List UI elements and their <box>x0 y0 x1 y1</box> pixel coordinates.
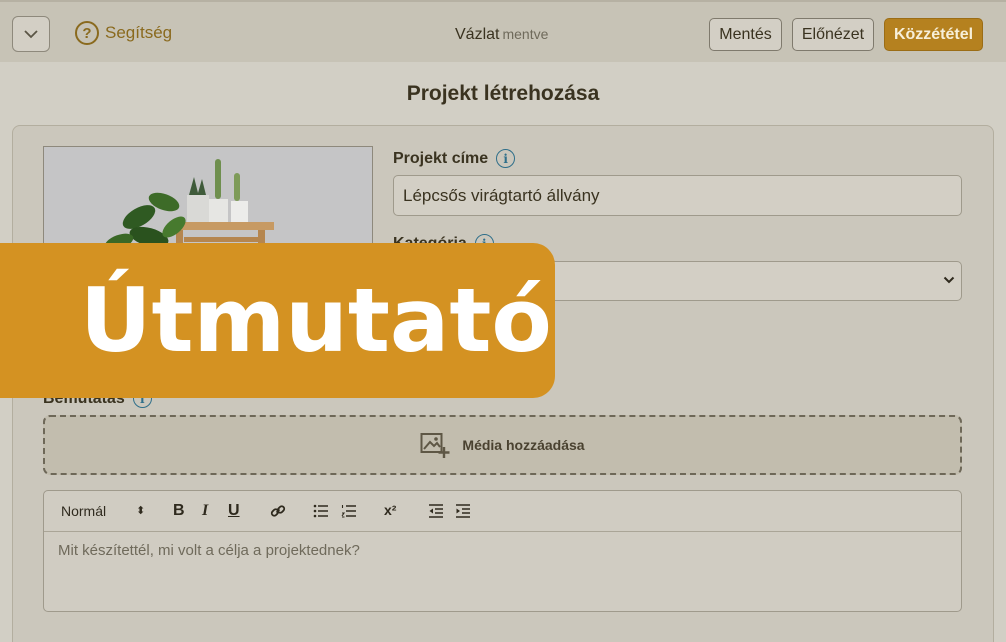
publish-button[interactable]: Közzététel <box>884 18 983 51</box>
format-select-arrows-icon[interactable]: ⬍ <box>136 504 145 517</box>
link-icon[interactable] <box>270 503 286 519</box>
help-label: Segítség <box>105 23 173 42</box>
editor-placeholder[interactable]: Mit készítettél, mi volt a célja a proje… <box>44 532 961 569</box>
indent-icon[interactable] <box>455 504 471 518</box>
project-title-label: Projekt címe i <box>393 149 516 168</box>
plant-stand-image <box>44 147 372 255</box>
add-image-icon <box>420 433 450 458</box>
question-icon: ? <box>75 21 99 45</box>
project-photo[interactable] <box>43 146 373 256</box>
bold-button[interactable]: B <box>173 502 185 520</box>
draft-status: Vázlat mentve <box>455 26 548 44</box>
add-media-label: Média hozzáadása <box>462 437 585 453</box>
editor-toolbar: Normál ⬍ B I U x² <box>44 491 961 532</box>
add-media-button[interactable]: Média hozzáadása <box>43 415 962 475</box>
format-select[interactable]: Normál <box>61 503 106 519</box>
guide-banner: Útmutató <box>0 243 555 398</box>
chevron-down-icon <box>24 30 38 39</box>
collapse-button[interactable] <box>12 16 50 52</box>
draft-label: Vázlat <box>455 26 500 43</box>
bullet-list-icon[interactable] <box>313 504 329 518</box>
chevron-down-icon <box>943 276 955 284</box>
numbered-list-icon[interactable] <box>341 504 357 518</box>
outdent-icon[interactable] <box>428 504 444 518</box>
info-icon[interactable]: i <box>496 149 516 168</box>
top-bar: ? Segítség Vázlat mentve Mentés Előnézet … <box>0 0 1006 62</box>
save-button[interactable]: Mentés <box>709 18 782 51</box>
preview-button[interactable]: Előnézet <box>792 18 874 51</box>
guide-banner-text: Útmutató <box>80 268 552 372</box>
draft-saved-text: mentve <box>502 26 549 42</box>
italic-button[interactable]: I <box>202 502 208 520</box>
project-title-input[interactable]: Lépcsős virágtartó állvány <box>393 175 962 216</box>
rich-text-editor: Normál ⬍ B I U x² Mit készítettél, mi vo… <box>43 490 962 612</box>
underline-button[interactable]: U <box>228 502 240 520</box>
project-title-label-text: Projekt címe <box>393 149 489 167</box>
help-link[interactable]: ? Segítség <box>75 21 172 45</box>
superscript-button[interactable]: x² <box>384 502 396 518</box>
page-title: Projekt létrehozása <box>406 82 600 105</box>
